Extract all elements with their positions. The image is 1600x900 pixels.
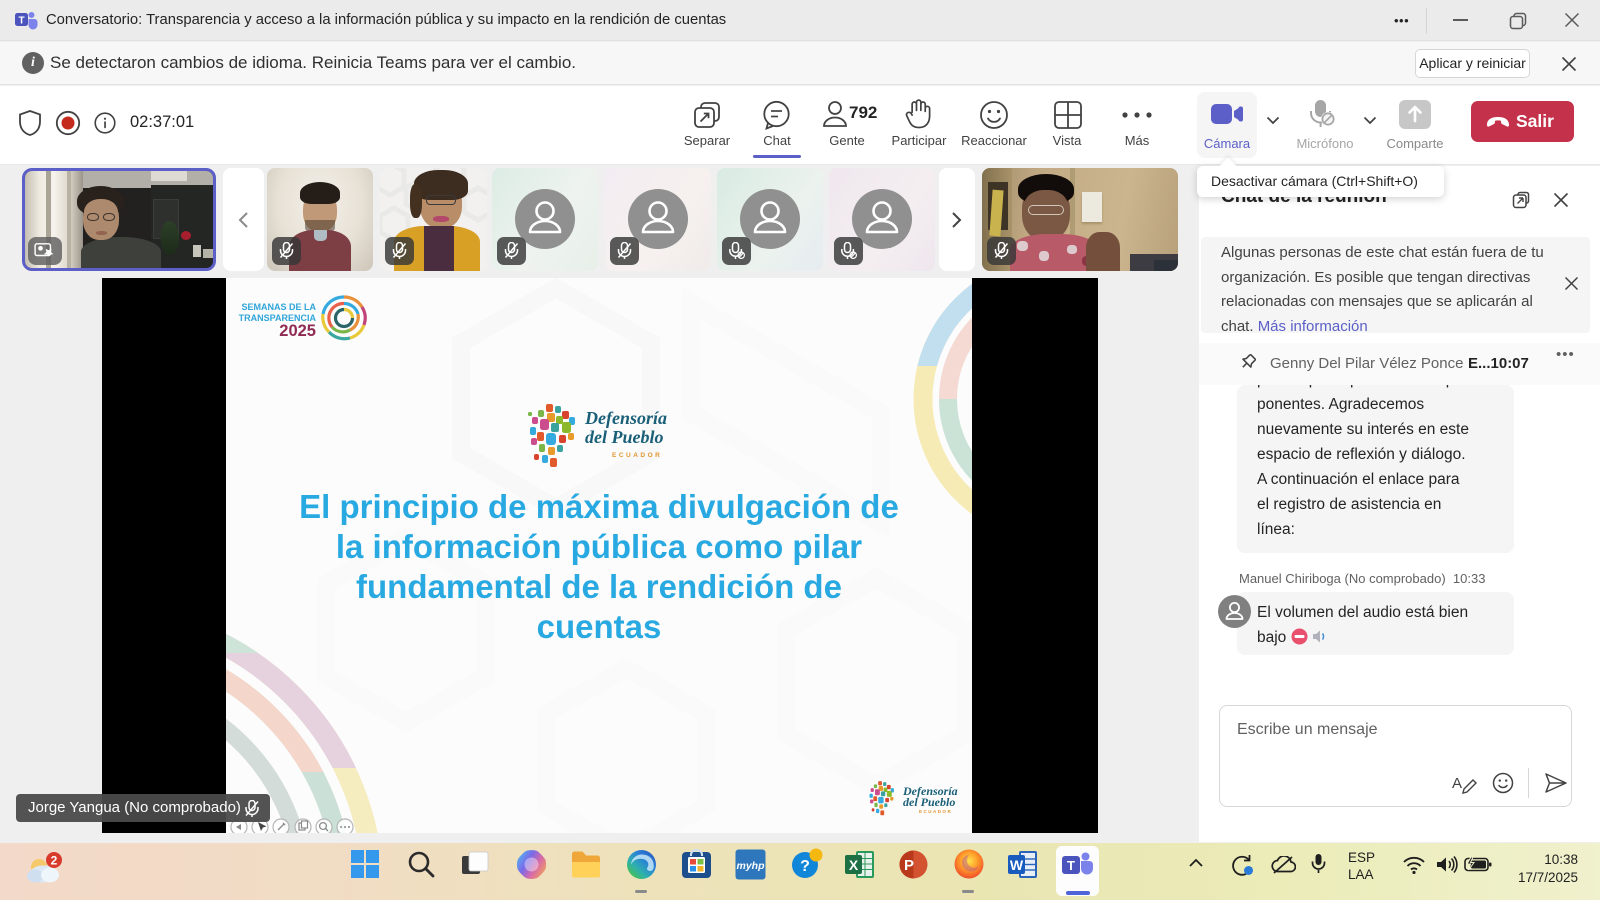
svg-text:T: T bbox=[18, 16, 24, 27]
svg-text:W: W bbox=[1010, 857, 1024, 873]
svg-text:?: ? bbox=[800, 858, 810, 875]
svg-text:P: P bbox=[904, 857, 914, 874]
svg-text:X: X bbox=[849, 857, 859, 873]
svg-text:myhp: myhp bbox=[736, 860, 765, 872]
svg-text:A: A bbox=[1452, 775, 1462, 792]
svg-text:2: 2 bbox=[51, 854, 58, 868]
svg-text:T: T bbox=[1067, 858, 1075, 873]
